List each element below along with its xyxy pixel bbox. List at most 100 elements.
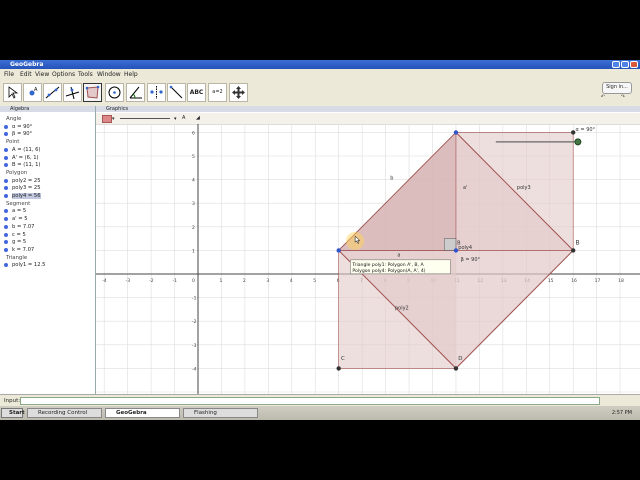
visibility-toggle-icon[interactable] [4,178,8,183]
polygon-label-poly3: poly3 [517,185,531,191]
angle-label-beta: β = 90° [461,257,481,263]
algebra-item[interactable]: poly3 = 25 [4,185,41,192]
text-tool-button[interactable]: ABC [187,83,206,102]
y-tick-label: 2 [192,225,195,231]
algebra-item-text: poly2 = 25 [12,177,41,184]
visibility-toggle-icon[interactable] [4,263,8,268]
task-geogebra[interactable]: GeoGebra [105,408,180,418]
algebra-item-text: c = 5 [12,231,26,238]
visibility-toggle-icon[interactable] [4,155,8,160]
point[interactable] [336,366,341,371]
x-tick-label: 0 [192,278,195,284]
visibility-toggle-icon[interactable] [4,209,8,214]
menu-file[interactable]: File [4,71,14,78]
input-field[interactable] [20,397,600,405]
task-flashing[interactable]: Flashing [183,408,258,418]
x-tick-label: 18 [618,278,624,284]
visibility-toggle-icon[interactable] [4,132,8,137]
slider-handle[interactable] [574,138,582,146]
redo-icon[interactable]: ↷ [621,94,625,100]
algebra-item[interactable]: α = 90° [4,124,32,130]
plot-canvas[interactable]: -4-3-2-112345678910111213141516171806543… [96,124,640,394]
algebra-category[interactable]: Angle [6,116,21,122]
y-tick-label: 3 [192,201,195,207]
menu-window[interactable]: Window [97,71,121,78]
color-swatch[interactable] [102,115,112,123]
point-label-b: B [576,240,580,247]
algebra-item[interactable]: A' = (6, 1) [4,155,39,161]
algebra-item[interactable]: a' = 5 [4,216,28,222]
visibility-toggle-icon[interactable] [4,224,8,229]
visibility-toggle-icon[interactable] [4,186,8,191]
reflect-tool-button[interactable] [147,83,166,102]
angle-tool-button[interactable] [126,83,145,102]
chevron-down-icon[interactable]: ▾ [112,116,115,122]
point[interactable] [571,248,576,253]
point-label-c: C [341,356,345,362]
point-tool-button[interactable]: A [23,83,42,102]
algebra-item[interactable]: g = 5 [4,239,26,245]
visibility-toggle-icon[interactable] [4,124,8,129]
visibility-toggle-icon[interactable] [4,163,8,168]
maximize-button[interactable] [621,61,629,68]
angle-icon [129,86,142,99]
menu-view[interactable]: View [35,71,49,78]
visibility-toggle-icon[interactable] [4,232,8,237]
close-button[interactable] [630,61,638,68]
visibility-toggle-icon[interactable] [4,147,8,152]
algebra-category[interactable]: Point [6,139,19,145]
move-view-tool-button[interactable] [229,83,248,102]
start-button[interactable]: Start [1,408,25,418]
menu-options[interactable]: Options [52,71,75,78]
visibility-toggle-icon[interactable] [4,217,8,222]
algebra-item[interactable]: a = 5 [4,208,26,214]
undo-icon[interactable]: ↶ [601,94,605,100]
point[interactable] [336,248,341,253]
line-style-selector[interactable] [120,118,170,119]
move-tool-button[interactable] [3,83,22,102]
algebra-category[interactable]: Polygon [6,170,27,176]
algebra-item[interactable]: k = 7.07 [4,247,34,253]
point-label-b-small: B [457,241,461,247]
settings-icon[interactable]: ◢ [196,115,200,121]
algebra-item[interactable]: c = 5 [4,231,26,238]
circle-tool-button[interactable] [105,83,124,102]
slider-tool-button[interactable]: a=2 [208,83,227,102]
algebra-item[interactable]: B = (11, 1) [4,162,40,168]
polygon-tool-button[interactable] [83,83,102,102]
algebra-item[interactable]: β = 90° [4,131,32,137]
visibility-toggle-icon[interactable] [4,247,8,252]
graphics-view: Graphics ▾ ▾ A ◢ -4-3-2-1123456789101112… [96,106,640,394]
algebra-category[interactable]: Triangle [6,255,27,261]
algebra-item[interactable]: poly2 = 25 [4,177,41,184]
menu-tools[interactable]: Tools [78,71,93,78]
algebra-item[interactable]: poly4 = 56 [4,193,41,199]
algebra-item[interactable]: A = (11, 6) [4,147,40,153]
graphics-header: Graphics [96,106,640,112]
algebra-item-text: poly3 = 25 [12,185,41,192]
algebra-category[interactable]: Segment [6,201,30,207]
line-tool-button[interactable] [43,83,62,102]
x-tick-label: 4 [290,278,293,284]
point-label-d: D [458,356,462,362]
x-tick-label: 2 [243,278,246,284]
algebra-item[interactable]: poly1 = 12.5 [4,262,45,268]
point[interactable] [453,366,459,371]
point-icon: A [29,87,38,96]
y-tick-label: -2 [192,319,197,325]
menu-help[interactable]: Help [124,71,138,78]
reflect-icon [150,86,163,99]
visibility-toggle-icon[interactable] [4,194,8,198]
label-style-selector[interactable]: A [182,115,185,121]
menu-edit[interactable]: Edit [20,71,32,78]
visibility-toggle-icon[interactable] [4,240,8,245]
perpendicular-tool-button[interactable] [63,83,82,102]
task-recording-control[interactable]: Recording Control [27,408,102,418]
algebra-item[interactable]: b = 7.07 [4,224,35,230]
minimize-button[interactable] [612,61,620,68]
segment-label-a: a [397,252,400,258]
chevron-down-icon[interactable]: ▾ [174,116,177,122]
point[interactable] [453,130,459,135]
sign-in-button[interactable]: Sign in... [602,82,632,94]
ray-tool-button[interactable] [167,83,186,102]
